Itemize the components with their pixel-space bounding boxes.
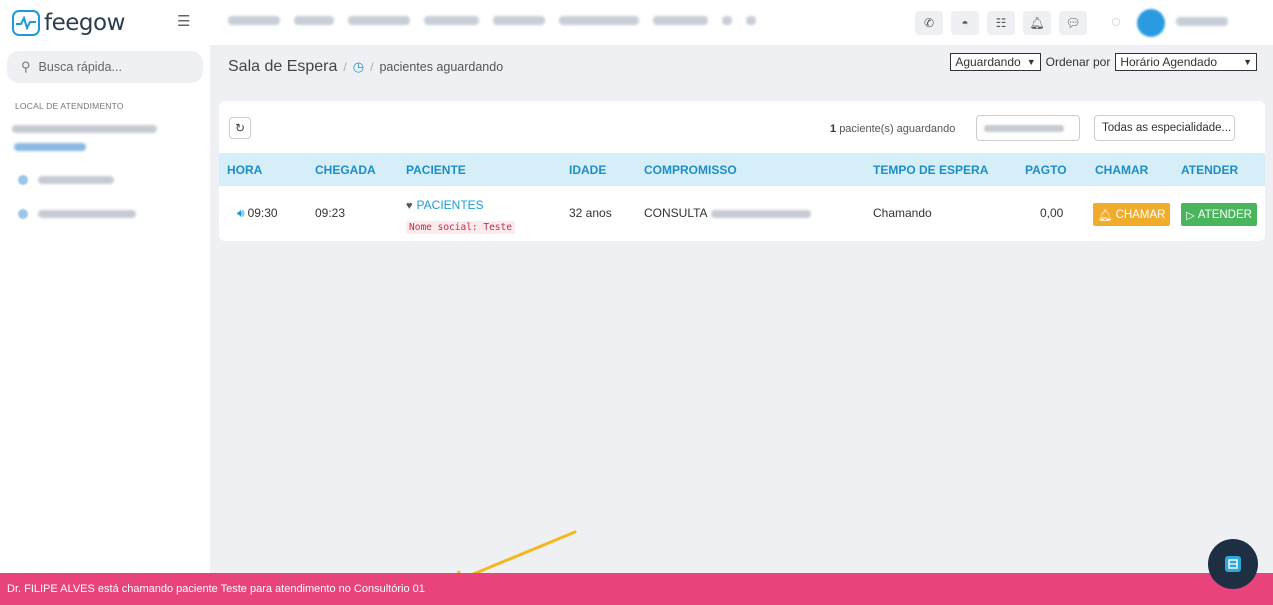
search-input[interactable]: ⚲ Busca rápida...	[7, 51, 203, 83]
clock-icon: ◷	[352, 59, 365, 74]
idade-value: 32 anos	[569, 206, 612, 220]
hora-value: 09:30	[247, 206, 278, 220]
refresh-icon: ↻	[234, 121, 246, 135]
order-select[interactable]: Horário Agendado ▼	[1115, 53, 1257, 71]
speaker-icon[interactable]: 🔊︎	[237, 206, 245, 220]
search-placeholder: Busca rápida...	[38, 60, 122, 74]
chevron-down-icon: ▼	[1026, 57, 1036, 67]
col-paciente[interactable]: PACIENTE	[406, 163, 466, 177]
breadcrumb: Sala de Espera / ◷ / pacientes aguardand…	[228, 58, 504, 75]
change-location-link[interactable]	[14, 143, 86, 151]
feegow-logo-icon	[12, 9, 40, 36]
specialty-select[interactable]: Todas as especialidade...	[1094, 115, 1235, 141]
chat-icon[interactable]: 💬︎	[1059, 11, 1087, 35]
location-title: LOCAL DE ATENDIMENTO	[15, 101, 124, 111]
chevron-down-icon: ▼	[1243, 57, 1252, 67]
top-bar: feegow ☰ ✆ ◓ ☷ 🔔︎ 💬︎	[0, 0, 1273, 45]
col-chegada[interactable]: CHEGADA	[315, 163, 376, 177]
status-filter-select[interactable]: Aguardando ▼	[950, 53, 1041, 71]
widget-icon	[1225, 556, 1241, 572]
pagto-value: 0,00	[1040, 206, 1064, 220]
col-pagto[interactable]: PAGTO	[1025, 163, 1067, 177]
play-icon: ▷	[1186, 209, 1195, 222]
col-atender[interactable]: ATENDER	[1181, 163, 1238, 177]
main-menu-redacted[interactable]	[228, 16, 756, 25]
chamar-button[interactable]: 🔔︎ CHAMAR	[1093, 203, 1171, 226]
col-compromisso[interactable]: COMPROMISSO	[644, 163, 737, 177]
refresh-button[interactable]: ↻	[229, 117, 251, 139]
page-header: Sala de Espera / ◷ / pacientes aguardand…	[210, 45, 1273, 89]
logo[interactable]: feegow	[12, 9, 177, 36]
patient-link[interactable]: PACIENTES	[417, 198, 484, 212]
tempo-espera-value: Chamando	[873, 206, 932, 220]
call-notification-bar: Dr. FILIPE ALVES está chamando paciente …	[0, 573, 1273, 605]
chegada-value: 09:23	[315, 206, 346, 220]
col-chamar[interactable]: CHAMAR	[1095, 163, 1148, 177]
compromisso-redacted	[710, 209, 811, 218]
phone-icon[interactable]: ✆	[915, 11, 943, 35]
list-icon[interactable]: ☷	[987, 11, 1015, 35]
table-header: HORA CHEGADA PACIENTE IDADE COMPROMISSO …	[219, 153, 1265, 186]
bell-icon[interactable]: 🔔︎	[1023, 11, 1051, 35]
avatar[interactable]	[1137, 9, 1165, 37]
location-name-redacted	[12, 125, 157, 133]
sidebar: ⚲ Busca rápida... LOCAL DE ATENDIMENTO	[0, 45, 210, 573]
widget-button[interactable]	[1208, 539, 1258, 589]
menu-icon[interactable]: ☰	[177, 12, 190, 30]
status-dot	[1112, 18, 1120, 26]
breadcrumb-current: pacientes aguardando	[379, 60, 504, 74]
sidebar-item-1[interactable]	[18, 175, 114, 185]
col-tempo-espera[interactable]: TEMPO DE ESPERA	[873, 163, 988, 177]
bell-icon: 🔔︎	[1098, 209, 1113, 222]
professional-select[interactable]	[976, 115, 1080, 141]
order-label: Ordenar por	[1045, 55, 1111, 69]
atender-button[interactable]: ▷ ATENDER	[1181, 203, 1257, 226]
col-hora[interactable]: HORA	[227, 163, 262, 177]
waiting-room-card: ↻ 1 paciente(s) aguardando Todas as espe…	[219, 101, 1265, 241]
page-title: Sala de Espera	[228, 58, 338, 75]
call-notification-text: Dr. FILIPE ALVES está chamando paciente …	[7, 583, 425, 595]
sidebar-item-2[interactable]	[18, 209, 136, 219]
heart-icon: ♥	[406, 200, 413, 212]
inbox-icon[interactable]: ◓	[951, 11, 979, 35]
search-icon: ⚲	[21, 59, 31, 74]
compromisso-value: CONSULTA	[644, 206, 708, 220]
patient-count: 1 paciente(s) aguardando	[830, 123, 956, 135]
col-idade[interactable]: IDADE	[569, 163, 606, 177]
user-name-redacted[interactable]	[1176, 17, 1228, 26]
logo-text: feegow	[44, 9, 125, 36]
social-name-badge: Nome social: Teste	[406, 221, 515, 234]
